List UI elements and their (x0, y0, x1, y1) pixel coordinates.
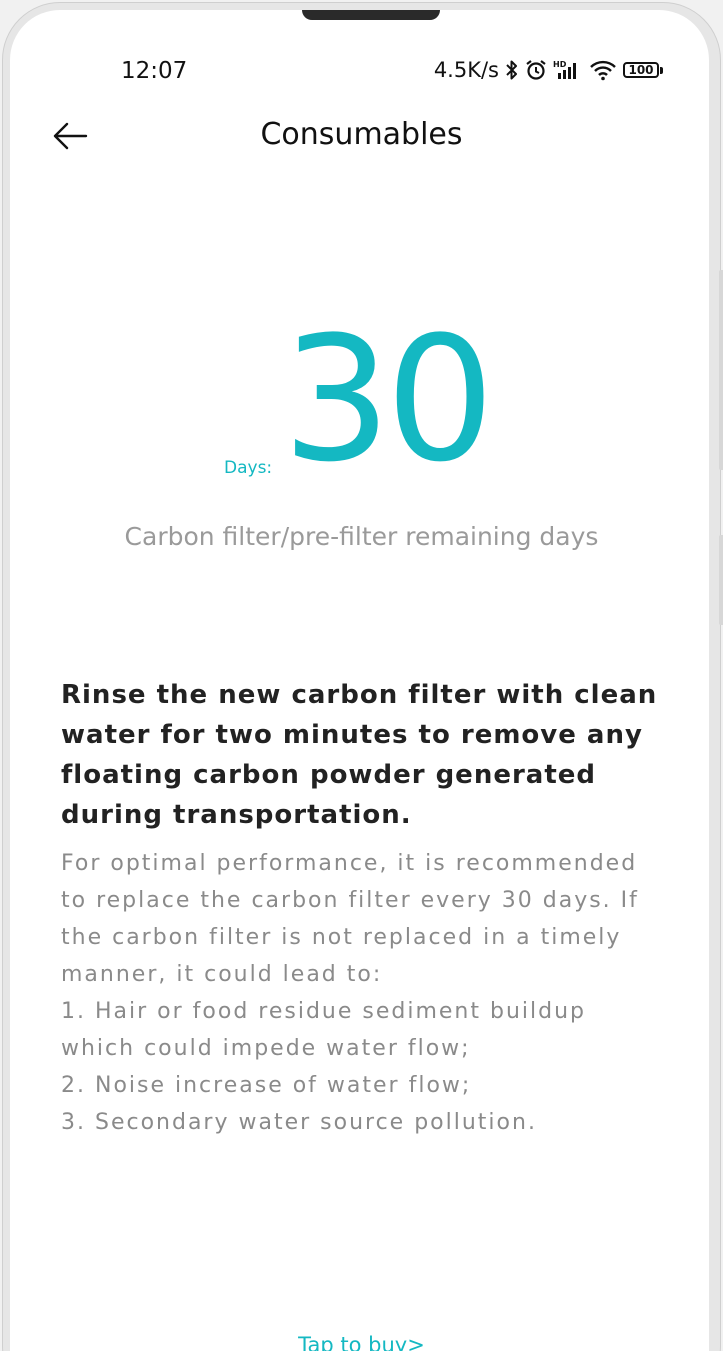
remaining-days-caption: Carbon filter/pre-filter remaining days (124, 522, 599, 551)
top-bar: Consumables (0, 100, 723, 172)
battery-level: 100 (623, 62, 659, 78)
status-bar: 12:07 4.5K/s HD 100 (0, 0, 723, 100)
hd-signal-icon: HD (553, 59, 583, 81)
device: 12:07 4.5K/s HD 100 Consumables Days: 30… (0, 0, 723, 1351)
remaining-days-display: Days: 30 (0, 314, 723, 500)
notice-intro: For optimal performance, it is recommend… (61, 851, 639, 987)
svg-text:HD: HD (553, 60, 567, 69)
battery-icon: 100 (623, 62, 663, 78)
page-title: Consumables (260, 117, 463, 152)
network-speed: 4.5K/s (433, 58, 499, 82)
notice-item: 3. Secondary water source pollution. (61, 1110, 537, 1135)
alarm-icon (525, 59, 547, 81)
notice-body: For optimal performance, it is recommend… (61, 845, 661, 1141)
bluetooth-icon (505, 59, 519, 81)
notice-item: 2. Noise increase of water flow; (61, 1073, 472, 1098)
filter-notice: Rinse the new carbon filter with clean w… (61, 675, 661, 1141)
days-value: 30 (282, 299, 495, 500)
days-label: Days: (224, 458, 273, 478)
wifi-icon (589, 59, 617, 81)
notice-item: 1. Hair or food residue sediment buildup… (61, 999, 586, 1061)
battery-tip (660, 66, 663, 74)
status-icons: 4.5K/s HD 100 (434, 58, 663, 82)
notice-title: Rinse the new carbon filter with clean w… (61, 680, 658, 830)
tap-to-buy-link[interactable]: Tap to buy> (0, 1333, 723, 1351)
status-time: 12:07 (121, 58, 188, 84)
